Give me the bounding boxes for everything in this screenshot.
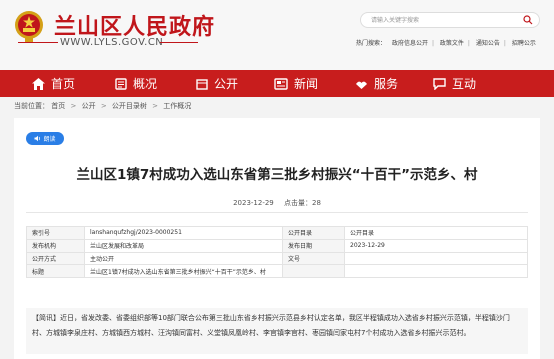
- hot-link-gov-info[interactable]: 政府信息公开: [392, 40, 428, 47]
- table-row: 标题 兰山区1镇7村成功入选山东省第三批乡村振兴“十百干”示范乡、村: [26, 264, 528, 279]
- table-key: 公开目录: [282, 226, 345, 240]
- table-key: [282, 264, 345, 279]
- breadcrumb-open[interactable]: 公开: [82, 102, 96, 110]
- read-aloud-label: 朗读: [43, 136, 56, 143]
- news-icon: [274, 77, 288, 90]
- table-key: 索引号: [26, 226, 85, 240]
- hot-link-policy[interactable]: 政策文件: [440, 40, 464, 47]
- info-table: 索引号 lanshanqufzhgj/2023-0000251 公开目录 公开目…: [26, 226, 528, 279]
- nav-label-service: 服务: [374, 77, 399, 91]
- open-icon: [196, 78, 208, 90]
- search-placeholder: 请输入关键字搜索: [371, 17, 420, 24]
- nav-label-open: 公开: [214, 77, 239, 91]
- table-row: 发布机构 兰山区发展和改革局 发布日期 2023-12-29: [26, 238, 528, 253]
- nav-item-interact[interactable]: 互动: [433, 70, 476, 97]
- service-icon: [356, 81, 367, 89]
- national-emblem-icon: [15, 11, 43, 43]
- hot-link-recruit[interactable]: 招聘公示: [512, 40, 536, 47]
- table-value: [344, 251, 528, 266]
- article-title: 兰山区1镇7村成功入选山东省第三批乡村振兴“十百干”示范乡、村: [76, 167, 478, 183]
- search-icon[interactable]: [523, 15, 533, 25]
- table-value: lanshanqufzhgj/2023-0000251: [84, 226, 283, 240]
- hot-link-notice[interactable]: 通知公告: [476, 40, 500, 47]
- nav-item-service[interactable]: 服务: [355, 70, 398, 97]
- home-icon: [32, 77, 45, 90]
- breadcrumb-separator: >: [70, 102, 77, 110]
- speaker-icon: [34, 135, 41, 142]
- hot-search-links: 热门搜索： 政府信息公开 | 政策文件 | 通知公告 | 招聘公示: [356, 40, 536, 47]
- table-key: 发布日期: [282, 238, 345, 253]
- nav-label-overview: 概况: [133, 77, 158, 91]
- breadcrumb-prefix: 当前位置：: [14, 102, 49, 110]
- table-value: [344, 264, 528, 279]
- title-divider: [26, 212, 528, 213]
- view-count-value: 28: [312, 199, 321, 207]
- table-row: 公开方式 主动公开 文号: [26, 251, 528, 266]
- nav-item-news[interactable]: 新闻: [274, 70, 318, 97]
- hot-search-label: 热门搜索：: [356, 40, 387, 47]
- table-row: 索引号 lanshanqufzhgj/2023-0000251 公开目录 公开目…: [26, 226, 528, 240]
- main-nav: 首页 概况 公开 新闻 服务 互动: [0, 70, 554, 97]
- view-count-label: 点击量：: [284, 199, 312, 207]
- nav-item-overview[interactable]: 概况: [115, 70, 157, 97]
- site-url: WWW.LYLS.GOV.CN: [60, 37, 164, 48]
- breadcrumb-home[interactable]: 首页: [51, 102, 65, 110]
- publish-date: 2023-12-29: [233, 199, 274, 207]
- nav-label-interact: 互动: [452, 77, 477, 91]
- table-key: 文号: [282, 251, 345, 266]
- breadcrumb-separator: >: [100, 102, 107, 110]
- interact-icon: [433, 77, 446, 90]
- read-aloud-button[interactable]: 朗读: [26, 132, 64, 145]
- table-value: 兰山区1镇7村成功入选山东省第三批乡村振兴“十百干”示范乡、村: [84, 264, 283, 279]
- breadcrumb-separator: >: [152, 102, 159, 110]
- nav-label-home: 首页: [51, 77, 76, 91]
- table-key: 发布机构: [26, 238, 85, 253]
- table-value: 兰山区发展和改革局: [84, 238, 283, 253]
- overview-icon: [115, 77, 127, 90]
- breadcrumb-work-overview[interactable]: 工作概况: [163, 102, 191, 110]
- table-value: 主动公开: [84, 251, 283, 266]
- breadcrumb: 当前位置： 首页 > 公开 > 公开目录树 > 工作概况: [14, 101, 191, 111]
- url-divider-right: [160, 42, 198, 43]
- search-input[interactable]: 请输入关键字搜索: [360, 12, 540, 28]
- article-summary: 【简讯】近日，省发改委、省委组织部等10部门联合公布第三批山东省乡村振兴示范县乡…: [26, 308, 528, 354]
- article-meta: 2023-12-29 点击量：28: [0, 198, 554, 208]
- nav-item-open[interactable]: 公开: [196, 70, 238, 97]
- table-value: 公开目录: [344, 226, 528, 240]
- nav-item-home[interactable]: 首页: [32, 70, 75, 97]
- breadcrumb-directory-tree[interactable]: 公开目录树: [112, 102, 147, 110]
- site-header: 兰山区人民政府 WWW.LYLS.GOV.CN 请输入关键字搜索 热门搜索： 政…: [0, 0, 554, 70]
- nav-label-news: 新闻: [294, 77, 319, 91]
- table-key: 公开方式: [26, 251, 85, 266]
- table-value: 2023-12-29: [344, 238, 528, 253]
- view-count: 点击量：28: [284, 199, 321, 207]
- url-divider-left: [18, 42, 58, 43]
- table-key: 标题: [26, 264, 85, 279]
